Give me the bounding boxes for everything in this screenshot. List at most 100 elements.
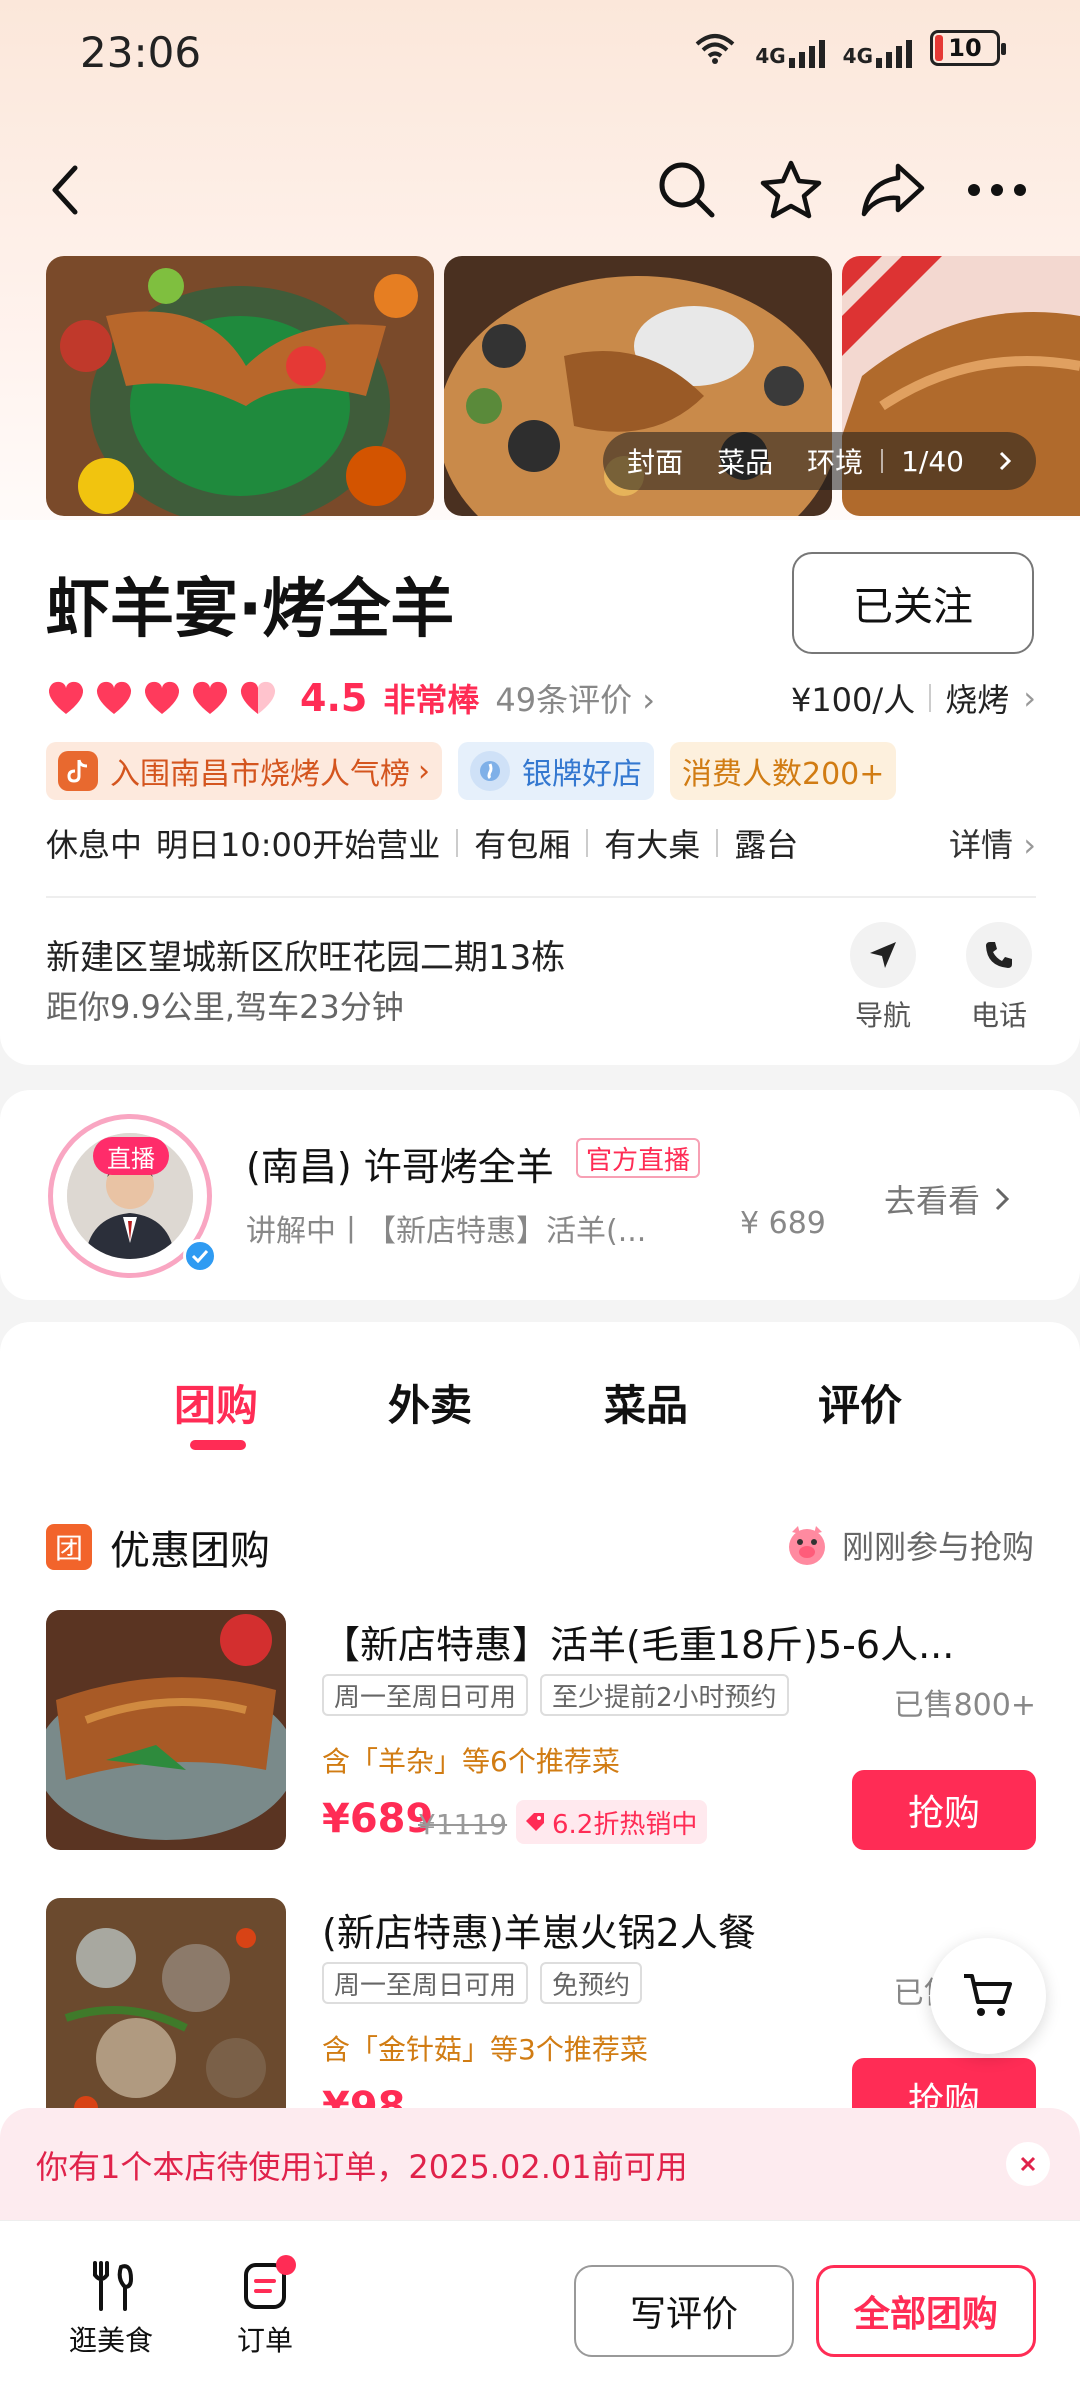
battery-level: 10 [948,34,982,62]
follow-button[interactable]: 已关注 [792,552,1034,654]
gallery-divider [881,449,884,473]
store-info-card: 虾羊宴·烤全羊 已关注 4.5 非常棒 49条评价 › ¥100/人 烧烤 › … [0,520,1080,1065]
tab-delivery[interactable]: 外卖 [388,1372,472,1433]
phone-label: 电话 [970,999,1027,1032]
deal-tag: 周一至周日可用 [322,1674,529,1716]
section-divider [46,896,1036,898]
tab-dishes[interactable]: 菜品 [604,1372,688,1433]
deal-thumbnail [46,1898,286,2138]
rating-hearts [46,680,278,716]
deal-title: 【新店特惠】活羊(毛重18斤)5-6人... [322,1623,955,1667]
gallery-tab-dishes[interactable]: 菜品 [717,441,773,481]
search-button[interactable] [652,150,722,230]
network-type-2: 4G [842,44,873,68]
star-icon [760,160,822,219]
more-button[interactable] [962,150,1032,230]
deal-sold-count: 已售800+ [893,1688,1036,1723]
open-status: 休息中 [46,826,143,864]
live-price: ¥ 689 [740,1206,826,1241]
official-live-badge: 官方直播 [576,1138,701,1178]
navigate-icon [870,942,896,968]
deal-discount-badge: 6.2折热销中 [516,1800,708,1844]
opening-time: 明日10:00开始营业 [156,826,441,864]
consumer-count-badge: 消费人数200+ [670,742,897,800]
all-deals-button[interactable]: 全部团购 [816,2265,1036,2357]
navigate-button[interactable]: 导航 [838,922,928,1034]
deal-title: (新店特惠)羊崽火锅2人餐 [322,1911,756,1955]
navigate-label: 导航 [854,999,911,1032]
gallery-tab-environment[interactable]: 环境 [807,441,863,481]
signal-2: 4G [843,28,912,68]
feature-terrace: 露台 [734,826,799,864]
store-address[interactable]: 新建区望城新区欣旺花园二期13栋 [46,930,565,979]
pending-order-notice[interactable]: 你有1个本店待使用订单，2025.02.01前可用 [0,2108,1080,2220]
photo-gallery[interactable]: 封面 菜品 环境 1/40 [46,256,1080,516]
back-icon [52,165,78,215]
orders-label: 订单 [236,2324,293,2357]
section-title: 优惠团购 [110,1528,270,1574]
content-tabs: 团购 外卖 菜品 评价 [0,1372,1080,1462]
bottom-bar: 逛美食 订单 写评价 全部团购 [0,2220,1080,2390]
pig-mascot-icon [788,1526,825,1565]
watch-live-button[interactable]: 去看看 [884,1176,1010,1222]
price-per-person: ¥100/人 [790,681,916,719]
deal-tags: 周一至周日可用 至少提前2小时预约 [322,1674,789,1716]
divider [586,829,589,857]
tag-icon [526,1813,544,1831]
heart-icon [144,681,180,714]
share-button[interactable] [858,150,928,230]
ranking-text: 入围南昌市烧烤人气榜 [110,757,410,792]
cart-button[interactable] [930,1938,1046,2054]
chevron-right-icon: › [418,753,430,789]
reviews-link[interactable]: 49条评价 › [495,675,655,721]
buy-button[interactable]: 抢购 [852,1770,1036,1850]
deal-original-price: ¥1119 [418,1808,508,1841]
close-notice-button[interactable] [1006,2142,1050,2186]
search-icon [659,162,715,218]
deal-tag: 周一至周日可用 [322,1962,529,2004]
favorite-button[interactable] [756,150,826,230]
tab-indicator [190,1440,246,1450]
watch-live-label: 去看看 [884,1182,981,1220]
write-review-button[interactable]: 写评价 [574,2265,794,2357]
notification-dot [276,2255,296,2275]
hours-row[interactable]: 休息中 明日10:00开始营业 有包厢 有大桌 露台 详情 › [46,816,1036,870]
tab-group-buy[interactable]: 团购 [174,1372,258,1433]
verified-icon [183,1239,217,1273]
gallery-tab-cover[interactable]: 封面 [627,441,683,481]
phone-icon-wrap [966,922,1032,988]
ranking-badge[interactable]: 入围南昌市烧烤人气榜 › [46,742,442,800]
phone-button[interactable]: 电话 [954,922,1044,1034]
notice-text: 你有1个本店待使用订单，2025.02.01前可用 [36,2148,688,2186]
wifi-icon [695,34,735,64]
live-stream-card[interactable]: 直播 (南昌) 许哥烤全羊 官方直播 讲解中丨【新店特惠】活羊(... ¥ 68… [0,1090,1080,1300]
more-icon [968,184,1026,196]
store-distance: 距你9.9公里,驾车23分钟 [46,988,404,1026]
tab-reviews[interactable]: 评价 [818,1372,902,1433]
gallery-photo-1[interactable] [46,256,434,516]
live-avatar[interactable]: 直播 [48,1114,217,1278]
divider [456,829,459,857]
deal-price: ¥689 [322,1796,434,1842]
deal-image-lamb [46,1610,286,1850]
deal-image-hotpot [46,1898,286,2138]
status-bar: 23:06 4G 4G 10 [0,0,1080,110]
store-name: 虾羊宴·烤全羊 [46,573,455,647]
orders-button[interactable]: 订单 [210,2255,320,2359]
back-button[interactable] [30,150,100,230]
chevron-right-icon: › [642,681,656,719]
gallery-counter: 1/40 [901,444,964,478]
live-tag: 直播 [93,1137,169,1175]
deal-item[interactable]: 【新店特惠】活羊(毛重18斤)5-6人... 周一至周日可用 至少提前2小时预约… [46,1610,1036,1860]
live-channel-name: (南昌) 许哥烤全羊 [246,1145,554,1189]
fork-knife-icon [93,2261,134,2311]
silver-store-badge[interactable]: 银牌好店 [458,742,654,800]
browse-food-button[interactable]: 逛美食 [56,2261,166,2359]
group-buy-icon: 团 [46,1524,92,1570]
consumer-count-text: 消费人数200+ [682,757,885,792]
chevron-right-icon: › [1023,679,1036,717]
details-link[interactable]: 详情 › [949,820,1036,866]
signal-1: 4G [755,28,825,68]
price-category[interactable]: ¥100/人 烧烤 › [791,675,1036,721]
store-category: 烧烤 [945,681,1010,719]
